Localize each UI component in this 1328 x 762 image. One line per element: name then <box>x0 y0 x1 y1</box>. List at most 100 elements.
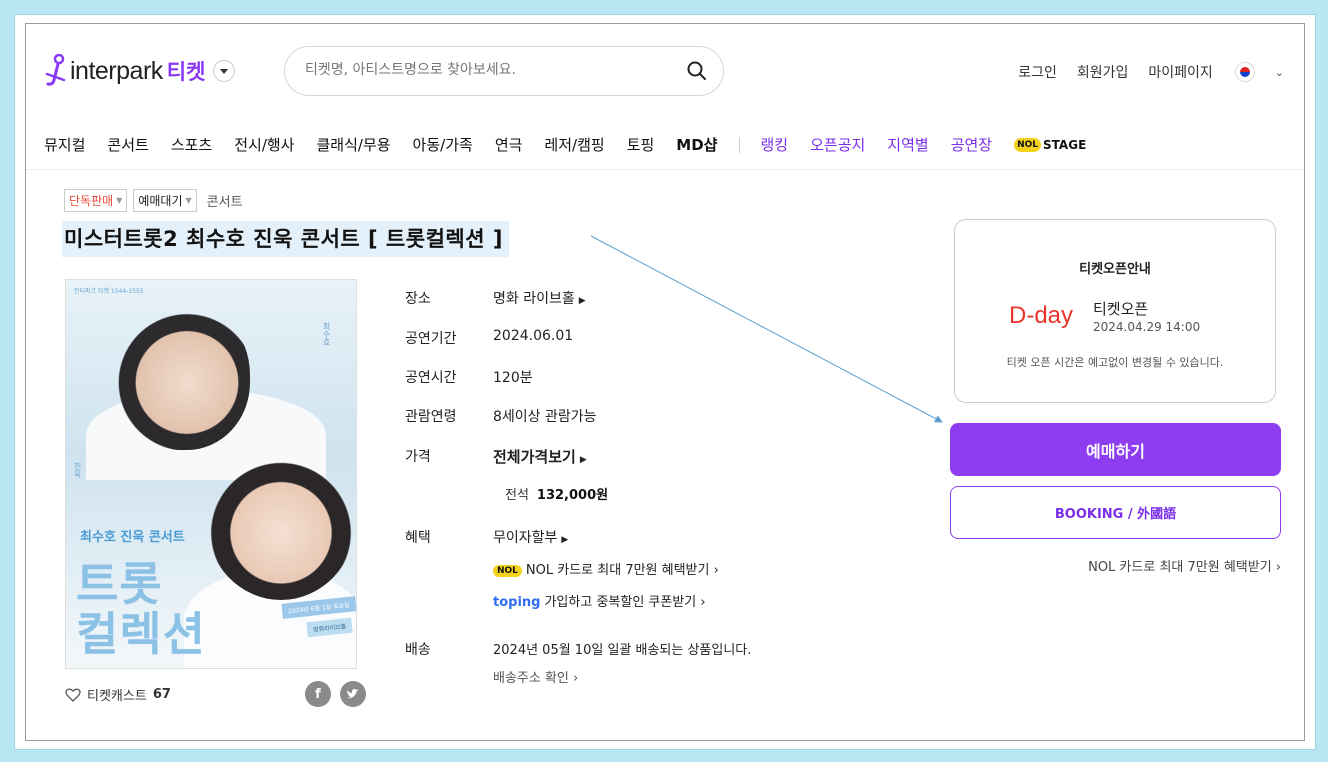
poster-portrait-2 <box>206 440 356 600</box>
product-tags: 단독판매 ▼ 예매대기 ▼ 콘서트 <box>64 189 243 212</box>
nav-item-classic[interactable]: 클래식/무용 <box>316 134 390 155</box>
category-nav: 뮤지컬 콘서트 스포츠 전시/행사 클래식/무용 아동/가족 연극 레저/캠핑 … <box>44 134 1086 155</box>
nol-benefit-label: NOL 카드로 최대 7만원 혜택받기 <box>525 563 710 578</box>
ticket-open-label: 티켓오픈 <box>1093 300 1149 318</box>
seat-label: 전석 <box>505 488 529 503</box>
chevron-right-icon: › <box>568 671 579 686</box>
age-label: 관람연령 <box>405 409 457 425</box>
nav-item-exhibition[interactable]: 전시/행사 <box>234 134 294 155</box>
book-button[interactable]: 예매하기 <box>950 423 1281 476</box>
delivery-value: 2024년 05월 10일 일괄 배송되는 상품입니다. <box>493 643 752 658</box>
nav-item-toping[interactable]: 토핑 <box>627 134 655 155</box>
seat-price-value: 132,000원 <box>536 488 609 503</box>
ticket-open-date: 2024.04.29 14:00 <box>1093 320 1201 334</box>
nav-item-play[interactable]: 연극 <box>495 134 523 155</box>
chevron-right-icon: › <box>1271 560 1281 575</box>
venue-value: 명화 라이브홀 <box>493 291 575 307</box>
chevron-down-icon: ▼ <box>185 196 192 205</box>
signup-link[interactable]: 회원가입 <box>1077 62 1129 82</box>
toping-coupon-link[interactable]: toping 가입하고 중복할인 쿠폰받기 › <box>493 591 706 610</box>
exclusive-tag-label: 단독판매 <box>69 194 114 208</box>
booking-foreign-button[interactable]: BOOKING / 外國語 <box>950 486 1281 539</box>
delivery-address-link[interactable]: 배송주소 확인 › <box>493 667 578 686</box>
poster-header: 인터파크 티켓 1544-1555 <box>74 288 144 295</box>
nol-stage-link[interactable]: NOL STAGE <box>1014 137 1087 152</box>
runtime-label: 공연시간 <box>405 370 457 386</box>
nav-item-region[interactable]: 지역별 <box>887 134 928 155</box>
interpark-logo[interactable]: interpark 티켓 <box>44 54 236 88</box>
caret-right-icon: ▶ <box>578 296 586 306</box>
venue-label: 장소 <box>405 291 431 307</box>
poster-image[interactable]: 인터파크 티켓 1544-1555 최수호 진욱 최수호 진욱 콘서트 트롯 컬… <box>65 279 357 669</box>
mypage-link[interactable]: 마이페이지 <box>1148 62 1212 82</box>
browser-viewport: interpark 티켓 로그인 회원가입 마이페이지 ⌄ 뮤지컬 콘서트 스포… <box>25 23 1305 741</box>
nav-item-leisure[interactable]: 레저/캠핑 <box>544 134 604 155</box>
service-dropdown-icon[interactable] <box>213 60 236 82</box>
waitlist-tag[interactable]: 예매대기 ▼ <box>133 189 197 212</box>
chevron-right-icon: › <box>709 563 719 578</box>
social-share: f <box>296 681 366 707</box>
toping-logo: toping <box>493 595 541 610</box>
search-icon[interactable] <box>687 61 707 81</box>
nav-divider <box>739 136 741 153</box>
venue-link[interactable]: 명화 라이브홀 ▶ <box>493 288 586 308</box>
stage-label: STAGE <box>1043 137 1087 152</box>
nol-card-benefit-label: NOL 카드로 최대 7만원 혜택받기 <box>1088 560 1272 575</box>
facebook-icon[interactable]: f <box>305 681 331 707</box>
nav-item-mdshop[interactable]: MD샵 <box>676 134 717 155</box>
nav-item-musical[interactable]: 뮤지컬 <box>44 134 85 155</box>
caret-right-icon: ▶ <box>561 535 569 545</box>
nol-benefit-link[interactable]: NOL NOL 카드로 최대 7만원 혜택받기 › <box>493 559 719 578</box>
screenshot-frame: interpark 티켓 로그인 회원가입 마이페이지 ⌄ 뮤지컬 콘서트 스포… <box>14 14 1316 750</box>
delivery-label: 배송 <box>405 642 431 658</box>
logo-wordmark: interpark <box>70 56 163 85</box>
ticket-cast[interactable]: 티켓캐스트 67 <box>65 685 171 704</box>
period-label: 공연기간 <box>405 331 457 347</box>
nav-item-family[interactable]: 아동/가족 <box>413 134 473 155</box>
breadcrumb[interactable]: 콘서트 <box>207 191 243 210</box>
twitter-icon[interactable] <box>340 681 366 707</box>
age-value: 8세이상 관람가능 <box>493 409 597 425</box>
waitlist-tag-label: 예매대기 <box>138 194 183 208</box>
benefit-label: 혜택 <box>405 530 431 546</box>
chevron-down-icon: ▼ <box>116 196 123 205</box>
poster-name-1: 최수호 <box>322 322 331 346</box>
all-prices-label: 전체가격보기 <box>493 448 576 466</box>
poster-subtitle: 최수호 진욱 콘서트 <box>80 530 185 545</box>
nav-item-concert[interactable]: 콘서트 <box>107 134 148 155</box>
nav-item-open-notice[interactable]: 오픈공지 <box>810 134 865 155</box>
caret-right-icon: ▶ <box>579 455 587 465</box>
nav-item-venue[interactable]: 공연장 <box>951 134 992 155</box>
ticket-open-note: 티켓 오픈 시간은 예고없이 변경될 수 있습니다. <box>1006 356 1224 369</box>
installment-label: 무이자할부 <box>493 530 558 546</box>
installment-link[interactable]: 무이자할부 ▶ <box>493 527 568 547</box>
poster-portrait-1 <box>110 300 250 450</box>
nol-card-benefit-link[interactable]: NOL 카드로 최대 7만원 혜택받기 › <box>950 556 1281 575</box>
poster-title-line-2: 컬렉션 <box>76 607 206 661</box>
nol-badge: NOL <box>1014 137 1042 152</box>
all-prices-link[interactable]: 전체가격보기 ▶ <box>493 446 587 467</box>
exclusive-tag[interactable]: 단독판매 ▼ <box>64 189 128 212</box>
seat-price: 전석 132,000원 <box>505 484 608 503</box>
nav-item-ranking[interactable]: 랭킹 <box>760 134 788 155</box>
chevron-down-icon[interactable]: ⌄ <box>1275 66 1284 79</box>
search-box[interactable] <box>284 46 724 96</box>
nol-badge-icon: NOL <box>493 564 522 577</box>
login-link[interactable]: 로그인 <box>1018 62 1057 82</box>
ticket-open-title: 티켓오픈안내 <box>1079 262 1151 277</box>
heart-icon[interactable] <box>65 688 81 702</box>
page-title: 미스터트롯2 최수호 진욱 콘서트 [ 트롯컬렉션 ] <box>62 221 509 257</box>
dday-label: D-day <box>1009 302 1074 329</box>
ticket-open-panel: 티켓오픈안내 D-day 티켓오픈 2024.04.29 14:00 티켓 오픈… <box>954 219 1276 403</box>
logo-ticket-label: 티켓 <box>166 60 206 84</box>
nav-divider-line <box>26 169 1304 170</box>
twitter-bird-glyph <box>346 689 359 699</box>
search-input[interactable] <box>303 61 667 79</box>
price-label: 가격 <box>405 449 431 465</box>
ticket-cast-count: 67 <box>152 687 171 702</box>
account-links: 로그인 회원가입 마이페이지 ⌄ <box>998 62 1284 82</box>
period-value: 2024.06.01 <box>493 328 574 344</box>
nav-item-sports[interactable]: 스포츠 <box>171 134 212 155</box>
interpark-figure-icon <box>45 54 66 86</box>
korea-flag-icon[interactable] <box>1234 62 1255 82</box>
